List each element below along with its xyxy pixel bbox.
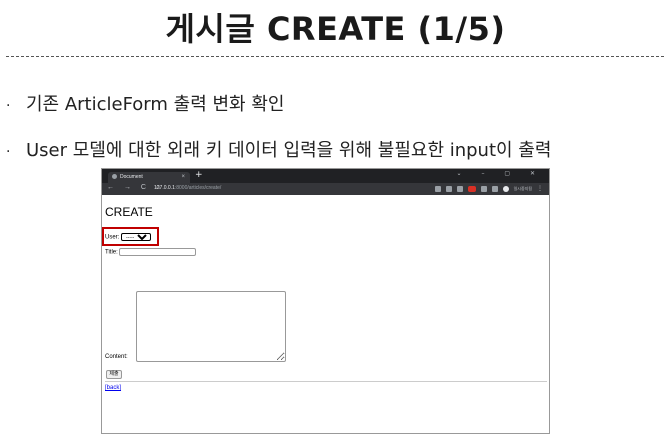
youtube-icon[interactable] [467,185,476,192]
sidepanel-icon[interactable] [491,185,498,192]
tab-title: Document [120,174,143,180]
bullet-text: 기존 ArticleForm 출력 변화 확인 [26,94,285,115]
star-icon[interactable] [456,185,463,192]
content-textarea[interactable] [136,291,286,362]
slide-title: 게시글 CREATE (1/5) [165,10,506,48]
profile-label: 일시중지됨 [513,185,532,191]
new-tab-icon[interactable]: + [195,170,203,180]
extension-icons: 일시중지됨 ⋮ [434,185,543,192]
submit-button[interactable]: 제출 [106,370,122,379]
title-input[interactable] [119,248,197,256]
browser-tab[interactable]: Document × [108,172,190,183]
browser-addressbar: ← → C ⌂ 127.0.0.1:8000/articles/create/ … [102,183,549,195]
bullet-text: User 모델에 대한 외래 키 데이터 입력을 위해 불필요한 input이 … [26,140,552,161]
bullet-symbol: · [6,98,11,114]
bullet-1: · 기존 ArticleForm 출력 변화 확인 [6,90,284,116]
zoom-icon[interactable] [445,185,452,192]
browser-screenshot: Document × + ⌄ – ▢ ✕ ← → C ⌂ 127.0.0.1:8… [101,168,550,434]
window-controls[interactable]: ⌄ – ▢ ✕ [457,170,544,177]
menu-icon[interactable]: ⋮ [537,185,543,192]
page-heading: CREATE [105,205,153,219]
title-label: Title: [105,249,118,256]
content-label: Content: [105,354,128,360]
title-field-row: Title: [105,248,197,256]
url-host: 127.0.0.1 [154,185,175,191]
profile-avatar-icon[interactable] [502,185,509,192]
puzzle-icon[interactable] [480,185,487,192]
highlight-box [102,227,159,246]
title-divider [6,56,664,57]
back-link[interactable]: [back] [105,385,121,391]
browser-tabbar: Document × + ⌄ – ▢ ✕ [102,169,549,183]
bullet-2: · User 모델에 대한 외래 키 데이터 입력을 위해 불필요한 input이… [6,136,551,162]
url-field[interactable]: 127.0.0.1:8000/articles/create/ [154,185,221,191]
tab-close-icon[interactable]: × [181,172,185,183]
divider [105,381,547,382]
translate-icon[interactable] [434,185,441,192]
url-path: :8000/articles/create/ [174,185,222,191]
tab-favicon-icon [112,174,117,180]
bullet-symbol: · [6,144,11,160]
